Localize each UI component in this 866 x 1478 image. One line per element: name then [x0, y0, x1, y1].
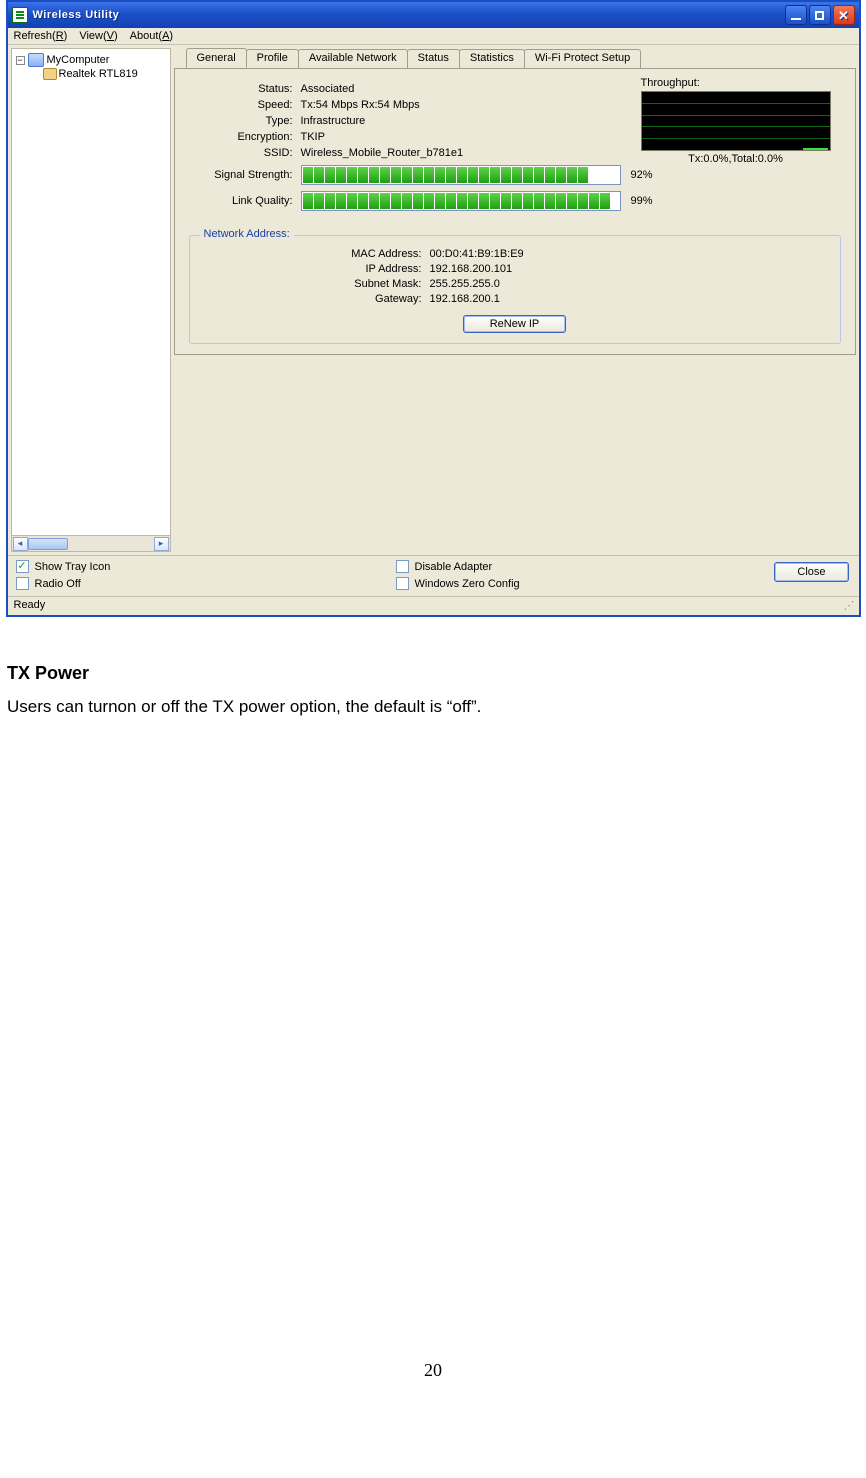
encryption-label: Encryption:: [189, 131, 301, 143]
doc-heading: TX Power: [7, 663, 859, 684]
tree-scrollbar[interactable]: ◂ ▸: [12, 535, 170, 551]
signal-pct: 92%: [631, 169, 653, 181]
renew-ip-button[interactable]: ReNew IP: [463, 315, 567, 333]
menu-view[interactable]: View(V): [79, 30, 117, 42]
throughput-graph: [641, 91, 831, 151]
scroll-thumb[interactable]: [28, 538, 68, 550]
disable-adapter-label: Disable Adapter: [415, 561, 493, 573]
tree-root-node[interactable]: − MyComputer: [16, 53, 166, 67]
signal-label: Signal Strength:: [189, 169, 301, 181]
tree-collapse-icon[interactable]: −: [16, 56, 25, 65]
tab-status[interactable]: Status: [407, 49, 460, 69]
tree-panel: − MyComputer Realtek RTL819 ◂ ▸: [11, 48, 171, 552]
ip-label: IP Address:: [200, 263, 430, 275]
gateway-label: Gateway:: [200, 293, 430, 305]
subnet-value: 255.255.255.0: [430, 278, 500, 290]
ip-value: 192.168.200.101: [430, 263, 513, 275]
statusbar: Ready ⋰: [8, 596, 859, 615]
app-icon: [12, 7, 28, 23]
window-title: Wireless Utility: [33, 9, 785, 21]
throughput-label: Throughput:: [641, 77, 831, 89]
doc-paragraph: Users can turnon or off the TX power opt…: [7, 694, 859, 720]
client-area: − MyComputer Realtek RTL819 ◂ ▸ General: [8, 45, 859, 555]
bottom-bar: ✓ Show Tray Icon Radio Off Disable Adapt…: [8, 555, 859, 596]
zero-config-label: Windows Zero Config: [415, 578, 520, 590]
type-label: Type:: [189, 115, 301, 127]
scroll-right-icon[interactable]: ▸: [154, 537, 169, 551]
link-pct: 99%: [631, 195, 653, 207]
computer-icon: [28, 53, 44, 67]
show-tray-checkbox[interactable]: ✓: [16, 560, 29, 573]
mac-label: MAC Address:: [200, 248, 430, 260]
ssid-label: SSID:: [189, 147, 301, 159]
gateway-value: 192.168.200.1: [430, 293, 500, 305]
tab-wifi-protect[interactable]: Wi-Fi Protect Setup: [524, 49, 641, 69]
minimize-button[interactable]: [785, 5, 807, 25]
status-text: Ready: [14, 599, 46, 612]
zero-config-checkbox[interactable]: [396, 577, 409, 590]
menu-refresh[interactable]: Refresh(R): [14, 30, 68, 42]
speed-label: Speed:: [189, 99, 301, 111]
status-label: Status:: [189, 83, 301, 95]
radio-off-checkbox[interactable]: [16, 577, 29, 590]
tab-statistics[interactable]: Statistics: [459, 49, 525, 69]
throughput-caption: Tx:0.0%,Total:0.0%: [641, 153, 831, 165]
network-address-title: Network Address:: [200, 228, 294, 240]
resize-grip-icon[interactable]: ⋰: [844, 599, 853, 612]
network-address-group: Network Address: MAC Address: 00:D0:41:B…: [189, 235, 841, 344]
link-quality-bar: [301, 191, 621, 211]
tree-adapter-label: Realtek RTL819: [59, 68, 138, 80]
document-body: TX Power Users can turnon or off the TX …: [0, 617, 866, 720]
menubar: Refresh(R) View(V) About(A): [8, 28, 859, 45]
maximize-button[interactable]: [809, 5, 831, 25]
tab-available-network[interactable]: Available Network: [298, 49, 408, 69]
menu-about[interactable]: About(A): [130, 30, 173, 42]
radio-off-label: Radio Off: [35, 578, 81, 590]
disable-adapter-checkbox[interactable]: [396, 560, 409, 573]
adapter-icon: [42, 67, 56, 81]
throughput-widget: Throughput: Tx:0.0%,Total:0.0%: [641, 77, 831, 165]
right-panel: General Profile Available Network Status…: [174, 48, 856, 552]
signal-strength-bar: [301, 165, 621, 185]
mac-value: 00:D0:41:B9:1B:E9: [430, 248, 524, 260]
page-number: 20: [0, 1360, 866, 1401]
tab-general[interactable]: General: [186, 48, 247, 68]
subnet-label: Subnet Mask:: [200, 278, 430, 290]
tab-content-general: Throughput: Tx:0.0%,Total:0.0% Status: A…: [174, 68, 856, 355]
tree-root-label: MyComputer: [47, 54, 110, 66]
tab-profile[interactable]: Profile: [246, 49, 299, 69]
app-window: Wireless Utility Refresh(R) View(V) Abou…: [6, 0, 861, 617]
close-window-button[interactable]: [833, 5, 855, 25]
titlebar: Wireless Utility: [8, 2, 859, 28]
close-button[interactable]: Close: [774, 562, 848, 582]
scroll-left-icon[interactable]: ◂: [13, 537, 28, 551]
show-tray-label: Show Tray Icon: [35, 561, 111, 573]
tree-adapter-node[interactable]: Realtek RTL819: [42, 67, 166, 81]
tab-strip: General Profile Available Network Status…: [174, 48, 856, 68]
link-label: Link Quality:: [189, 195, 301, 207]
